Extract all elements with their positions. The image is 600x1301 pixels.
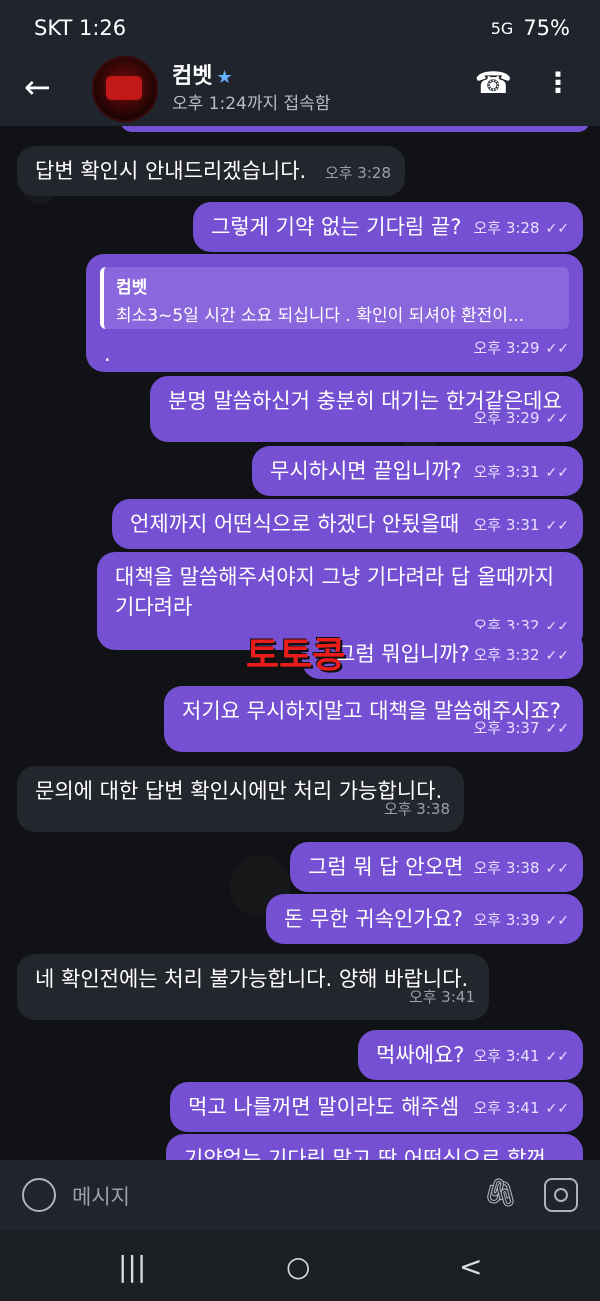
message-bubble[interactable]: 분명 말씀하신거 충분히 대기는 한거같은데요 오후 3:29 ✓✓ <box>150 376 583 442</box>
carrier-time: SKT 1:26 <box>34 16 127 40</box>
status-bar: SKT 1:26 5G 75% <box>0 0 600 56</box>
message-bubble[interactable] <box>120 126 590 132</box>
avatar-logo <box>106 76 142 100</box>
message-bubble[interactable]: 그럼 뭐 답 안오면 오후 3:38 ✓✓ <box>290 842 583 892</box>
message-time-value: 오후 3:29 <box>473 409 540 427</box>
message-time: 오후 3:41 ✓✓ <box>473 1041 569 1072</box>
message-time: 오후 3:38 <box>383 800 450 818</box>
read-check-icon: ✓✓ <box>545 518 569 534</box>
system-navbar: ||| ○ < <box>0 1230 600 1301</box>
message-time-value: 오후 3:32 <box>473 646 540 664</box>
message-input[interactable]: 메시지 <box>72 1181 130 1211</box>
message-time: 오후 3:37 ✓✓ <box>473 713 569 744</box>
message-bubble[interactable]: 돈 무한 귀속인가요? 오후 3:39 ✓✓ <box>266 894 583 944</box>
read-check-icon: ✓✓ <box>545 465 569 481</box>
home-icon[interactable]: ○ <box>286 1250 310 1283</box>
message-bubble[interactable]: 답변 확인시 안내드리겠습니다. 오후 3:28 <box>17 146 405 196</box>
message-time-value: 오후 3:41 <box>473 1047 540 1065</box>
contact-name[interactable]: 컴벳 ★ <box>172 58 233 90</box>
more-menu-icon[interactable]: ⋮ <box>544 66 572 99</box>
read-check-icon: ✓✓ <box>545 861 569 877</box>
message-time-value: 오후 3:28 <box>473 219 540 237</box>
message-bubble[interactable]: 그렇게 기약 없는 기다림 끝? 오후 3:28 ✓✓ <box>193 202 583 252</box>
message-time-value: 오후 3:29 <box>473 339 540 357</box>
contact-name-text: 컴벳 <box>172 64 213 89</box>
emoji-icon[interactable] <box>22 1178 56 1212</box>
reply-name: 컴벳 <box>116 278 148 298</box>
network-label: 5G <box>490 18 514 38</box>
read-check-icon: ✓✓ <box>545 411 569 427</box>
reply-preview[interactable]: 컴벳 최소3~5일 시간 소요 되십니다 . 확인이 되셔야 환전이... <box>100 267 569 329</box>
message-time: 오후 3:31 ✓✓ <box>473 510 569 541</box>
message-bubble[interactable]: 언제까지 어떤식으로 하겠다 안됬을때 오후 3:31 ✓✓ <box>112 499 583 549</box>
attach-icon[interactable]: 🖇 <box>482 1176 518 1209</box>
message-text: . <box>104 342 111 366</box>
chat-area[interactable]: 답변 확인시 안내드리겠습니다. 오후 3:28 그렇게 기약 없는 기다림 끝… <box>0 126 600 1160</box>
read-check-icon: ✓✓ <box>545 1101 569 1117</box>
message-bubble[interactable]: 먹싸에요? 오후 3:41 ✓✓ <box>358 1030 583 1080</box>
read-check-icon: ✓✓ <box>545 341 569 357</box>
message-time: 오후 3:32 ✓✓ <box>473 640 569 671</box>
message-time-value: 오후 3:37 <box>473 719 540 737</box>
message-bubble[interactable]: 먹고 나를꺼면 말이라도 해주셈 오후 3:41 ✓✓ <box>170 1082 583 1132</box>
message-time: 오후 3:29 ✓✓ <box>473 403 569 434</box>
camera-icon[interactable] <box>544 1178 578 1212</box>
read-check-icon: ✓✓ <box>545 1049 569 1065</box>
message-time-value: 오후 3:39 <box>473 911 540 929</box>
read-check-icon: ✓✓ <box>545 648 569 664</box>
message-time-value: 오후 3:38 <box>473 859 540 877</box>
reply-text: 최소3~5일 시간 소요 되십니다 . 확인이 되셔야 환전이... <box>116 306 525 326</box>
verified-star-icon: ★ <box>216 67 233 88</box>
message-time: 오후 3:31 ✓✓ <box>473 457 569 488</box>
avatar[interactable] <box>92 56 158 122</box>
message-time: 오후 3:29 ✓✓ <box>473 333 569 364</box>
message-time: 오후 3:38 ✓✓ <box>473 853 569 884</box>
message-bubble[interactable]: 저기요 무시하지말고 대책을 말씀해주시죠? 오후 3:37 ✓✓ <box>164 686 583 752</box>
message-time: 오후 3:39 ✓✓ <box>473 905 569 936</box>
message-input-bar: 메시지 🖇 <box>0 1160 600 1230</box>
battery-percent: 75% <box>523 16 570 40</box>
message-bubble[interactable]: 네 확인전에는 처리 불가능합니다. 양해 바랍니다. 오후 3:41 <box>17 954 489 1020</box>
message-text: 기약없는 기다림 말고 딱 어떤식으로 할껀지 <box>184 1147 546 1160</box>
message-time: 오후 3:28 <box>324 164 391 182</box>
phone-icon[interactable]: ☎ <box>475 66 512 101</box>
message-time-value: 오후 3:31 <box>473 463 540 481</box>
message-time: 오후 3:28 ✓✓ <box>473 213 569 244</box>
message-bubble[interactable]: 무시하시면 끝입니까? 오후 3:31 ✓✓ <box>252 446 583 496</box>
back-arrow-icon[interactable]: ← <box>24 68 51 106</box>
read-check-icon: ✓✓ <box>545 221 569 237</box>
camera-lens <box>554 1188 568 1202</box>
message-bubble[interactable]: 문의에 대한 답변 확인시에만 처리 가능합니다. 오후 3:38 <box>17 766 464 832</box>
recents-icon[interactable]: ||| <box>118 1250 146 1283</box>
read-check-icon: ✓✓ <box>545 721 569 737</box>
back-icon[interactable]: < <box>459 1250 482 1283</box>
message-time-value: 오후 3:31 <box>473 516 540 534</box>
message-time-value: 오후 3:41 <box>473 1099 540 1117</box>
status-right: 5G 75% <box>491 16 570 40</box>
message-time: 오후 3:41 ✓✓ <box>473 1093 569 1124</box>
message-bubble[interactable]: 기약없는 기다림 말고 딱 어떤식으로 할껀지 <box>166 1134 583 1160</box>
message-time: 오후 3:41 <box>408 988 475 1006</box>
message-bubble[interactable]: 컴벳 최소3~5일 시간 소요 되십니다 . 확인이 되셔야 환전이... . … <box>86 254 583 372</box>
last-seen: 오후 1:24까지 접속함 <box>172 94 331 114</box>
watermark-logo: 토토콩 <box>246 635 346 676</box>
chat-header: ← 컴벳 ★ 오후 1:24까지 접속함 ☎ ⋮ <box>0 56 600 126</box>
read-check-icon: ✓✓ <box>545 913 569 929</box>
